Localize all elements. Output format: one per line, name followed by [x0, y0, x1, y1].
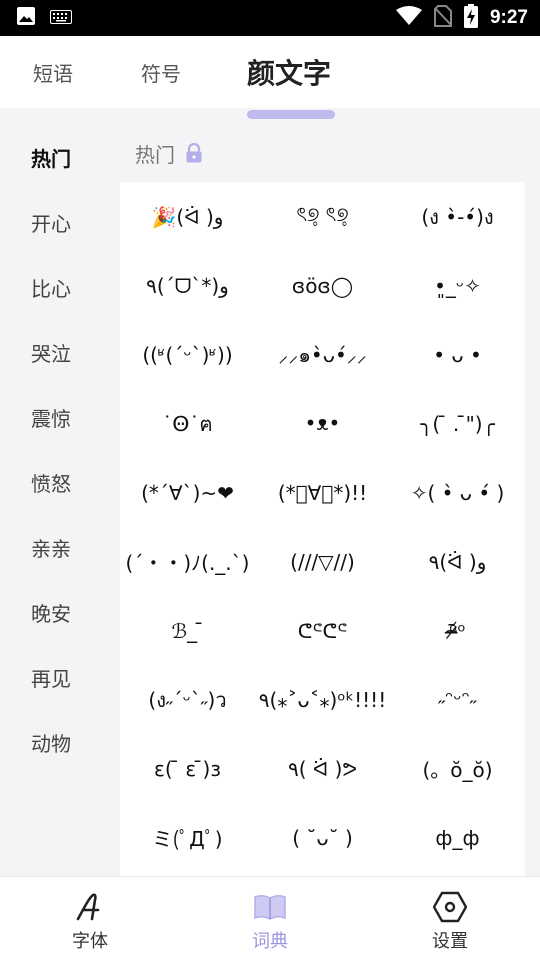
- kaomoji-item[interactable]: ⸝⸝๑•̀ᴗ•́⸝⸝: [255, 320, 390, 389]
- nav-dictionary[interactable]: 词典: [210, 877, 330, 960]
- kaomoji-item[interactable]: ˙Ꙫ˙ฅ: [120, 389, 255, 458]
- kaomoji-item[interactable]: (///▽//): [255, 527, 390, 596]
- category-item[interactable]: 愤怒: [31, 469, 71, 499]
- tab-phrases[interactable]: 短语: [33, 36, 73, 108]
- kaomoji-item[interactable]: ╮( ̄ . ̄")╭: [390, 389, 525, 458]
- tab-symbols[interactable]: 符号: [141, 36, 181, 108]
- category-item[interactable]: 亲亲: [31, 534, 71, 564]
- kaomoji-item[interactable]: •ᴥ•: [255, 389, 390, 458]
- kaomoji-item[interactable]: (。ŏ_ŏ): [390, 734, 525, 803]
- kaomoji-item[interactable]: ৎ୭̥ ৎ୭̥: [255, 182, 390, 251]
- lock-icon: [185, 143, 205, 163]
- nav-label: 字体: [72, 931, 108, 952]
- category-item[interactable]: 热门: [31, 144, 71, 174]
- image-icon: [16, 6, 36, 30]
- status-bar: 9:27: [0, 0, 540, 36]
- kaomoji-item[interactable]: • ᴗ •: [390, 320, 525, 389]
- section-header: 热门: [135, 138, 205, 168]
- status-time: 9:27: [489, 7, 528, 28]
- nav-label: 词典: [252, 931, 288, 952]
- nav-font[interactable]: 字体: [30, 877, 150, 960]
- keyboard-icon: [50, 9, 72, 28]
- kaomoji-item[interactable]: (*ﾟ∀ﾟ*)!!: [255, 458, 390, 527]
- category-item[interactable]: 震惊: [31, 404, 71, 434]
- no-sim-icon: [433, 5, 452, 31]
- kaomoji-item[interactable]: ɞöɞ◯: [255, 251, 390, 320]
- kaomoji-item[interactable]: ˶ᵔᵕᵔ˶: [390, 665, 525, 734]
- kaomoji-item[interactable]: ᵒ̴̶̷᷄ᵒ: [390, 596, 525, 665]
- kaomoji-item[interactable]: ٩(ᐛ )و: [390, 527, 525, 596]
- kaomoji-item[interactable]: ℬ_ ̄: [120, 596, 255, 665]
- category-item[interactable]: 再见: [31, 664, 71, 694]
- nav-label: 设置: [432, 931, 468, 952]
- kaomoji-item[interactable]: (´・・)ﾉ(._.`): [120, 527, 255, 596]
- kaomoji-item[interactable]: ミ(ﾟДﾟ): [120, 803, 255, 872]
- battery-charging-icon: [463, 4, 478, 32]
- kaomoji-item[interactable]: (ง˶ˊᵕˋ˶)ว: [120, 665, 255, 734]
- category-item[interactable]: 动物: [31, 729, 71, 759]
- bottom-nav: 字体 词典 设置: [0, 876, 540, 960]
- kaomoji-item[interactable]: ф_ф: [390, 803, 525, 872]
- kaomoji-card: 🎉(ᐛ )و ৎ୭̥ ৎ୭̥ (ง •̀-•́)ง ٩(ˊᗜˋ*)و ɞöɞ◯ •͈_ᵕ✧…: [120, 182, 525, 876]
- category-item[interactable]: 比心: [31, 274, 71, 304]
- tab-selected-highlight: [247, 110, 335, 119]
- book-icon: [253, 891, 287, 923]
- category-item[interactable]: 晚安: [31, 599, 71, 629]
- kaomoji-item[interactable]: ٩(ˊᗜˋ*)و: [120, 251, 255, 320]
- tab-kaomoji[interactable]: 颜文字: [247, 36, 331, 108]
- kaomoji-item[interactable]: ᕦᕪᕦᕪ: [255, 596, 390, 665]
- kaomoji-item[interactable]: (ง •̀-•́)ง: [390, 182, 525, 251]
- wifi-icon: [395, 6, 422, 30]
- category-sidebar: 热门 开心 比心 哭泣 震惊 愤怒 亲亲 晚安 再见 动物: [0, 108, 112, 876]
- kaomoji-item[interactable]: 🎉(ᐛ )و: [120, 182, 255, 251]
- category-item[interactable]: 哭泣: [31, 339, 71, 369]
- kaomoji-grid: 🎉(ᐛ )و ৎ୭̥ ৎ୭̥ (ง •̀-•́)ง ٩(ˊᗜˋ*)و ɞöɞ◯ •͈_ᵕ✧…: [120, 182, 525, 872]
- top-tab-bar: 短语 符号 颜文字: [0, 36, 540, 119]
- kaomoji-item[interactable]: •͈_ᵕ✧: [390, 251, 525, 320]
- kaomoji-item[interactable]: ( ˘ᴗ˘ ): [255, 803, 390, 872]
- font-icon: [73, 891, 107, 923]
- kaomoji-item[interactable]: ε( ̄ ε ̄)з: [120, 734, 255, 803]
- kaomoji-item[interactable]: ٩(⁎˃ᴗ˂⁎)ᵒᵏ!!!!: [255, 665, 390, 734]
- kaomoji-item[interactable]: (*´∀`)~❤: [120, 458, 255, 527]
- section-title: 热门: [135, 142, 175, 167]
- kaomoji-item[interactable]: ✧( •̀ ᴗ •́ ): [390, 458, 525, 527]
- kaomoji-item[interactable]: ((ʶ(´ᵕ`)ʶ)): [120, 320, 255, 389]
- settings-icon: [433, 891, 467, 923]
- category-item[interactable]: 开心: [31, 209, 71, 239]
- nav-settings[interactable]: 设置: [390, 877, 510, 960]
- kaomoji-item[interactable]: ٩( ᐛ )ᕗ: [255, 734, 390, 803]
